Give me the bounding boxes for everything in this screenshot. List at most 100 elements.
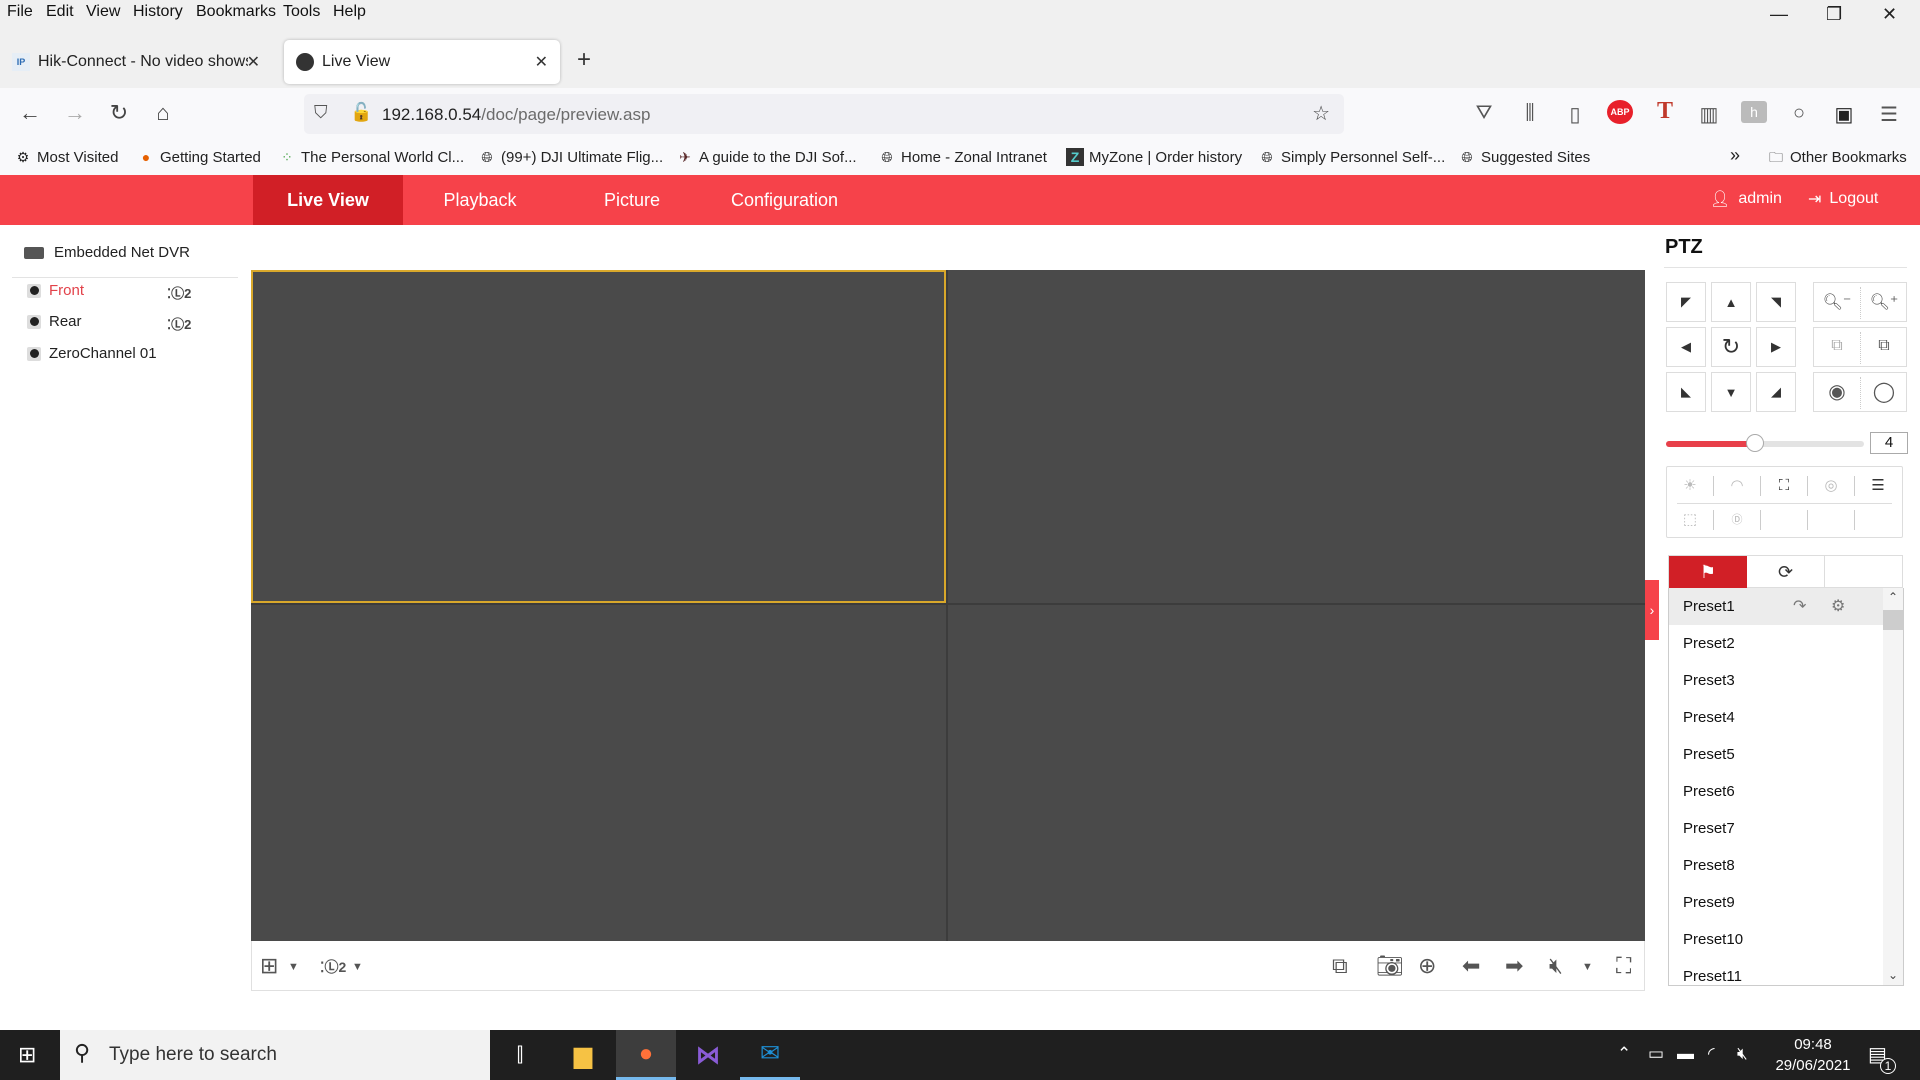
focus-near-icon[interactable]: ⧉ — [1814, 337, 1860, 355]
bookmark-item[interactable]: ⁘ The Personal World Cl... — [278, 148, 464, 166]
menu-icon[interactable]: ☰ — [1876, 102, 1902, 127]
other-bookmarks[interactable]: 🗀 Other Bookmarks — [1767, 148, 1907, 166]
menu-history[interactable]: History — [133, 3, 183, 21]
bookmark-item[interactable]: 🌐︎ (99+) DJI Ultimate Flig... — [478, 148, 663, 166]
video-cell-4[interactable] — [948, 605, 1645, 941]
bookmark-item[interactable]: Z MyZone | Order history — [1066, 148, 1242, 166]
channel-front[interactable]: Front — [27, 282, 84, 299]
tab-close-icon[interactable]: ✕ — [247, 52, 260, 72]
url-bar[interactable]: ⛉ 🔓 192.168.0.54/doc/page/preview.asp ☆ — [304, 94, 1344, 134]
iris-close-icon[interactable]: ◯ — [1861, 379, 1907, 404]
circle-extension-icon[interactable]: ○ — [1786, 102, 1812, 125]
task-view-icon[interactable]: ⫿ — [490, 1030, 550, 1080]
preset-item[interactable]: Preset11 — [1669, 958, 1883, 985]
preset-item[interactable]: Preset1 ↷ ⚙ — [1669, 588, 1883, 625]
show-hidden-icons[interactable]: ⌃ — [1617, 1044, 1631, 1064]
iris-open-icon[interactable]: ◉ — [1814, 379, 1860, 404]
new-tab-button[interactable]: + — [577, 46, 591, 74]
preset-item[interactable]: Preset5 — [1669, 736, 1883, 773]
preset-item[interactable]: Preset7 — [1669, 810, 1883, 847]
visual-studio-icon[interactable]: ⋈ — [678, 1030, 738, 1080]
ptz-auto-rotate-button[interactable]: ↻ — [1711, 327, 1751, 367]
windows-start-icon[interactable]: ⊞ — [18, 1042, 36, 1068]
preset-item[interactable]: Preset3 — [1669, 662, 1883, 699]
insecure-lock-icon[interactable]: 🔓 — [350, 102, 372, 123]
zoom-out-icon[interactable]: 🔍︎⁻ — [1814, 292, 1860, 312]
preset-scrollbar[interactable]: ⌃ ⌄ — [1883, 588, 1903, 985]
menu-file[interactable]: File — [7, 3, 33, 21]
device-root[interactable]: Embedded Net DVR — [24, 244, 190, 261]
bookmark-item[interactable]: ✈ A guide to the DJI Sof... — [676, 148, 856, 166]
logout-link[interactable]: ⇥ Logout — [1808, 189, 1878, 209]
firefox-icon[interactable]: ● — [616, 1030, 676, 1080]
menu-icon[interactable]: ☰ — [1855, 471, 1901, 501]
tab-preset[interactable]: ⚑ — [1669, 556, 1747, 589]
chevron-down-icon[interactable]: ▼ — [288, 961, 299, 973]
home-icon[interactable]: ⌂ — [148, 100, 178, 126]
chevron-down-icon[interactable]: ▼ — [352, 961, 363, 973]
honey-extension-icon[interactable]: h — [1741, 101, 1767, 123]
menu-help[interactable]: Help — [333, 3, 366, 21]
pocket-icon[interactable]: ⛛ — [1471, 102, 1497, 125]
video-cell-3[interactable] — [251, 605, 946, 941]
scroll-up-icon[interactable]: ⌃ — [1883, 590, 1903, 604]
bookmark-item[interactable]: ● Getting Started — [137, 148, 261, 166]
tab-hik-connect[interactable]: IP Hik-Connect - No video shows i ✕ — [0, 40, 272, 84]
battery-icon[interactable]: ▬ — [1677, 1044, 1694, 1064]
next-page-icon[interactable]: ➡ — [1505, 953, 1523, 979]
preset-item[interactable]: Preset6 — [1669, 773, 1883, 810]
grid-extension-icon[interactable]: ▥ — [1696, 102, 1722, 127]
ptz-up-left-button[interactable]: ◤ — [1666, 282, 1706, 322]
clock[interactable]: 09:48 29/06/2021 — [1768, 1034, 1858, 1076]
close-icon[interactable]: ✕ — [1882, 4, 1897, 25]
mail-icon[interactable]: ✉ — [740, 1030, 800, 1080]
manual-tracking-icon[interactable]: ⬚ — [1667, 505, 1713, 535]
forward-icon[interactable]: → — [60, 100, 90, 126]
channel-zerochannel[interactable]: ZeroChannel 01 — [27, 345, 157, 362]
nav-picture[interactable]: Picture — [557, 175, 707, 225]
preset-item[interactable]: Preset9 — [1669, 884, 1883, 921]
bookmark-item[interactable]: 🌐︎ Suggested Sites — [1458, 148, 1590, 166]
speed-value[interactable]: 4 — [1870, 432, 1908, 454]
bookmark-star-icon[interactable]: ☆ — [1312, 101, 1330, 126]
taskbar-search[interactable]: ⚲ Type here to search — [60, 1030, 490, 1080]
ptz-down-right-button[interactable]: ◢ — [1756, 372, 1796, 412]
menu-tools[interactable]: Tools — [283, 3, 320, 21]
light-icon[interactable]: ☀ — [1667, 471, 1713, 501]
minimize-icon[interactable]: — — [1770, 4, 1788, 25]
ptz-down-left-button[interactable]: ◣ — [1666, 372, 1706, 412]
preset-item[interactable]: Preset8 — [1669, 847, 1883, 884]
3d-positioning-icon[interactable]: Ⓓ — [1714, 505, 1760, 535]
fullscreen-icon[interactable]: ⛶ — [1616, 953, 1631, 979]
adblock-plus-icon[interactable]: ABP — [1607, 100, 1633, 124]
video-cell-1[interactable] — [251, 270, 946, 603]
chevron-down-icon[interactable]: ▼ — [1582, 961, 1593, 973]
bookmark-item[interactable]: ⚙ Most Visited — [14, 148, 119, 166]
restore-icon[interactable]: ❐ — [1826, 4, 1842, 25]
shield-icon[interactable]: ⛉ — [314, 102, 328, 123]
scrollbar-thumb[interactable] — [1883, 610, 1903, 630]
call-preset-icon[interactable]: ↷ — [1793, 596, 1806, 616]
window-layout-icon[interactable]: ⊞ — [260, 953, 278, 979]
tab-live-view[interactable]: Live View ✕ — [284, 40, 560, 84]
reload-icon[interactable]: ↻ — [104, 100, 134, 126]
one-touch-focus-icon[interactable]: ⛶ — [1761, 471, 1807, 501]
bookmark-item[interactable]: 🌐︎ Home - Zonal Intranet — [878, 148, 1047, 166]
volume-muted-icon[interactable]: 🔇︎ — [1737, 1044, 1748, 1064]
nav-playback[interactable]: Playback — [403, 175, 557, 225]
ptz-up-button[interactable]: ▲ — [1711, 282, 1751, 322]
stop-all-icon[interactable]: ⧉ — [1332, 953, 1348, 979]
menu-bookmarks[interactable]: Bookmarks — [196, 3, 276, 21]
speed-slider[interactable] — [1666, 441, 1864, 447]
sidebar-icon[interactable]: ▯ — [1562, 102, 1588, 127]
menu-edit[interactable]: Edit — [46, 3, 74, 21]
bookmarks-overflow-button[interactable]: » — [1730, 145, 1740, 166]
wiper-icon[interactable]: ◠ — [1714, 471, 1760, 501]
bookmark-item[interactable]: 🌐︎ Simply Personnel Self-... — [1258, 148, 1445, 166]
nav-live-view[interactable]: Live View — [253, 175, 403, 225]
set-preset-gear-icon[interactable]: ⚙ — [1831, 596, 1845, 616]
stream-type-icon[interactable]: ⁚Ⓛ2 — [167, 314, 191, 333]
file-explorer-icon[interactable]: ▆ — [553, 1030, 613, 1080]
channel-rear[interactable]: Rear — [27, 313, 82, 330]
back-icon[interactable]: ← — [15, 100, 45, 126]
